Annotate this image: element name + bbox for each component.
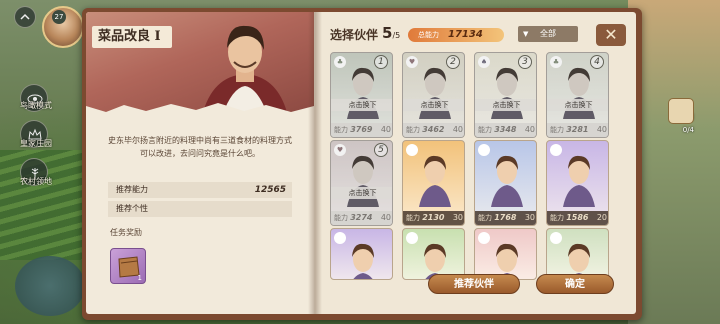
dropdown-triangle-icon: ▼ (523, 30, 529, 38)
partner-power: 3348 (494, 125, 517, 134)
partner-card[interactable]: 2 ♥ 点击换下 能力 3462 40 (402, 52, 465, 138)
partner-card[interactable] (474, 228, 537, 280)
bird-view-label: 鸟瞰模式 (20, 101, 52, 110)
recommend-partners-button[interactable]: 推荐伙伴 (428, 274, 520, 294)
partner-stats: 能力 3462 40 (403, 123, 464, 137)
partner-power: 3281 (566, 125, 589, 134)
partner-level: 20 (596, 213, 607, 222)
element-badge-icon (406, 232, 418, 244)
element-badge-icon: ♣ (334, 56, 346, 68)
total-power-value: 17134 (448, 29, 483, 40)
partner-level: 40 (380, 125, 391, 134)
element-badge-icon (478, 232, 490, 244)
recommended-traits-row: 推荐个性 (108, 201, 292, 217)
partner-portrait (491, 155, 523, 207)
royal-manor-label: 皇家庄园 (20, 139, 52, 148)
element-badge-icon (478, 144, 490, 156)
slot-number: 3 (518, 55, 532, 69)
partner-panel-title: 选择伙伴 (330, 28, 379, 42)
partner-power: 3769 (350, 125, 373, 134)
slot-number: 5 (374, 143, 388, 157)
partner-card[interactable]: 1 ♣ 点击换下 能力 3769 40 (330, 52, 393, 138)
reward-count: 1 (137, 274, 142, 282)
partner-power: 3274 (350, 213, 373, 222)
home-button[interactable] (14, 6, 36, 28)
partner-stats: 能力 3281 40 (547, 123, 608, 137)
partner-portrait (352, 243, 374, 279)
element-badge-icon (550, 144, 562, 156)
partner-level: 30 (452, 213, 463, 222)
partner-card[interactable]: 能力 1586 20 (546, 140, 609, 226)
partner-portrait (563, 155, 595, 207)
partner-stats: 能力 1586 20 (547, 211, 608, 225)
slot-number: 1 (374, 55, 388, 69)
partner-portrait (419, 155, 451, 207)
left-hud: 27 鸟瞰模式 皇家庄园 农村领地 (0, 0, 84, 324)
total-power-label: 总能力 (418, 31, 439, 39)
recommended-traits-label: 推荐个性 (116, 204, 148, 213)
partner-stats: 能力 3348 40 (475, 123, 536, 137)
partner-stats: 能力 3769 40 (331, 123, 392, 137)
partner-power: 3462 (422, 125, 445, 134)
partner-power: 1586 (566, 213, 589, 222)
partner-card[interactable] (330, 228, 393, 280)
task-title: 菜品改良 I (92, 26, 172, 48)
recommended-power-label: 推荐能力 (116, 185, 148, 194)
partner-level: 40 (452, 125, 463, 134)
recipe-item-slot[interactable] (668, 98, 694, 124)
reward-item[interactable]: 1 (110, 248, 146, 284)
reward-label: 任务奖励 (110, 228, 142, 237)
selected-count: 5/5 (382, 24, 401, 42)
swap-out-label: 点击换下 (331, 99, 392, 111)
swap-out-label: 点击换下 (475, 99, 536, 111)
partner-card[interactable]: 3 ♠ 点击换下 能力 3348 40 (474, 52, 537, 138)
partner-stats: 能力 1768 30 (475, 211, 536, 225)
element-badge-icon (550, 232, 562, 244)
element-badge-icon (406, 144, 418, 156)
close-button[interactable]: ✕ (596, 24, 626, 46)
swap-out-label: 点击换下 (331, 187, 392, 199)
partner-stats: 能力 3274 40 (331, 211, 392, 225)
partner-card[interactable]: 5 ♥ 点击换下 能力 3274 40 (330, 140, 393, 226)
element-badge-icon: ♠ (478, 56, 490, 68)
partner-power: 2130 (422, 213, 445, 222)
recommended-power-row: 推荐能力 12565 (108, 182, 292, 198)
slot-number: 4 (590, 55, 604, 69)
village-land-label: 农村领地 (20, 177, 52, 186)
partner-level: 40 (524, 125, 535, 134)
slot-number: 2 (446, 55, 460, 69)
up-chevron-icon (20, 13, 30, 20)
confirm-button[interactable]: 确定 (536, 274, 614, 294)
partner-level: 30 (524, 213, 535, 222)
element-badge-icon: ♥ (406, 56, 418, 68)
element-badge-icon: ♥ (334, 144, 346, 156)
book-spine (308, 12, 322, 314)
player-level-badge: 27 (52, 10, 66, 24)
partner-card[interactable] (546, 228, 609, 280)
partner-card[interactable]: 4 ♣ 点击换下 能力 3281 40 (546, 52, 609, 138)
element-badge-icon: ♣ (550, 56, 562, 68)
partner-stats: 能力 2130 30 (403, 211, 464, 225)
partner-power: 1768 (494, 213, 517, 222)
partner-filter-dropdown[interactable]: ▼ 全部 (518, 26, 578, 42)
item-count: 0/4 (682, 126, 694, 134)
partner-level: 40 (596, 125, 607, 134)
close-icon: ✕ (604, 25, 618, 44)
recommended-power-value: 12565 (254, 185, 286, 195)
partner-card[interactable] (402, 228, 465, 280)
partner-level: 40 (380, 213, 391, 222)
task-description: 史东毕尔扬言附近的料理中尚有三道食材的料理方式可以改进，去问问究竟是什么吧。 (108, 136, 292, 158)
total-power-pill: 总能力 17134 (408, 28, 504, 42)
element-badge-icon (334, 232, 346, 244)
swap-out-label: 点击换下 (547, 99, 608, 111)
swap-out-label: 点击换下 (403, 99, 464, 111)
partner-card[interactable]: 能力 2130 30 (402, 140, 465, 226)
partner-card[interactable]: 能力 1768 30 (474, 140, 537, 226)
torn-paper-edge (86, 103, 314, 118)
